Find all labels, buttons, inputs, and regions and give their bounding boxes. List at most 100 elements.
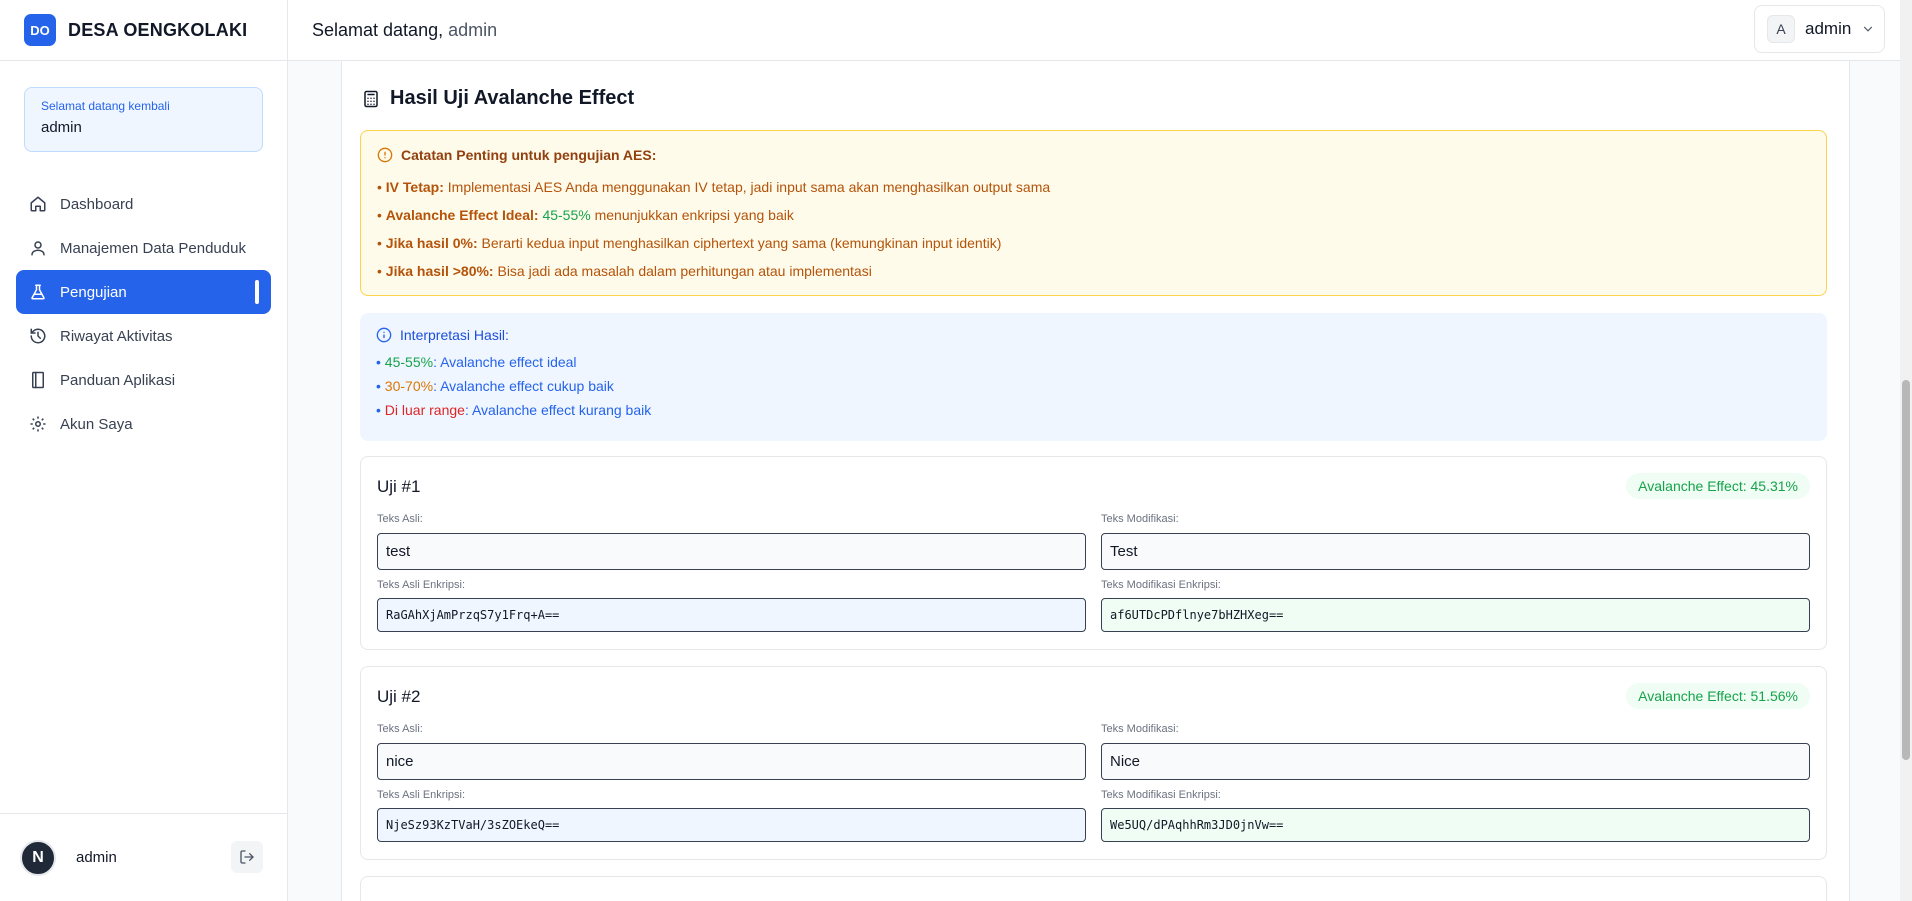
top-header: Selamat datang, admin A admin xyxy=(288,0,1900,61)
sidebar-item-riwayat[interactable]: Riwayat Aktivitas xyxy=(16,314,271,358)
modified-text-field[interactable]: Nice xyxy=(1101,743,1810,780)
brand[interactable]: DO DESA OENGKOLAKI xyxy=(0,0,287,61)
user-menu-avatar: A xyxy=(1767,15,1795,43)
note-highlight: 45-55% xyxy=(538,207,591,223)
original-text-field[interactable]: nice xyxy=(377,743,1086,780)
note-title-text: Catatan Penting untuk pengujian AES: xyxy=(401,147,657,163)
interp-range: Di luar range xyxy=(384,402,465,418)
note-text: Bisa jadi ada masalah dalam perhitungan … xyxy=(493,263,872,279)
test-title: Uji #2 xyxy=(377,687,421,706)
logout-button[interactable] xyxy=(231,841,263,873)
interp-text: : Avalanche effect ideal xyxy=(433,354,577,370)
chevron-down-icon xyxy=(1861,22,1875,36)
interpretation-line: • 30-70%: Avalanche effect cukup baik xyxy=(376,374,1811,398)
calculator-icon xyxy=(362,89,380,109)
test-card-partial xyxy=(360,876,1827,901)
test-card: Uji #1 Avalanche Effect: 45.31% Teks Asl… xyxy=(360,456,1827,650)
scrollbar[interactable] xyxy=(1900,0,1912,901)
note-text: Implementasi AES Anda menggunakan IV tet… xyxy=(443,179,1051,195)
original-text-field[interactable]: test xyxy=(377,533,1086,570)
note-label: Avalanche Effect Ideal: xyxy=(385,207,539,223)
modified-encrypted-field[interactable]: We5UQ/dPAqhhRm3JD0jnVw== xyxy=(1101,808,1810,842)
sidebar-item-pengujian[interactable]: Pengujian xyxy=(16,270,271,314)
main-content: Hasil Uji Avalanche Effect Catatan Penti… xyxy=(341,61,1850,901)
sidebar-item-label: Pengujian xyxy=(60,283,127,301)
note-label: Jika hasil 0%: xyxy=(385,235,478,251)
alert-circle-icon xyxy=(377,147,393,163)
interpretation-line: • 45-55%: Avalanche effect ideal xyxy=(376,350,1811,374)
note-title: Catatan Penting untuk pengujian AES: xyxy=(377,147,1810,163)
flask-icon xyxy=(28,282,48,302)
note-bullet: • xyxy=(377,263,386,279)
note-bullet: • xyxy=(377,179,386,195)
welcome-name: admin xyxy=(41,119,82,136)
section-title-text: Hasil Uji Avalanche Effect xyxy=(390,87,635,109)
welcome-card: Selamat datang kembali admin xyxy=(24,87,263,152)
note-bullet: • xyxy=(377,207,386,223)
interp-range: 30-70% xyxy=(384,378,434,394)
avatar[interactable]: N xyxy=(20,839,56,876)
sidebar-nav: Dashboard Manajemen Data Penduduk Penguj… xyxy=(16,182,271,446)
note-text: menunjukkan enkripsi yang baik xyxy=(590,207,794,223)
sidebar-item-label: Manajemen Data Penduduk xyxy=(60,239,246,257)
history-icon xyxy=(28,326,48,346)
sidebar: DO DESA OENGKOLAKI Selamat datang kembal… xyxy=(0,0,288,901)
sidebar-item-label: Akun Saya xyxy=(60,415,133,433)
interp-range: 45-55% xyxy=(384,354,434,370)
interpretation-title: Interpretasi Hasil: xyxy=(376,327,1811,343)
interp-bullet: • xyxy=(376,402,385,418)
note-line: • Avalanche Effect Ideal: 45-55% menunju… xyxy=(377,201,1810,229)
interpretation-title-text: Interpretasi Hasil: xyxy=(400,327,509,343)
info-icon xyxy=(376,327,392,343)
sidebar-item-panduan[interactable]: Panduan Aplikasi xyxy=(16,358,271,402)
interp-text: : Avalanche effect kurang baik xyxy=(464,402,652,418)
greeting-text: Selamat datang, xyxy=(312,19,444,40)
logout-icon xyxy=(239,849,255,865)
brand-name: DESA OENGKOLAKI xyxy=(68,19,248,40)
interp-text: : Avalanche effect cukup baik xyxy=(433,378,614,394)
field-label: Teks Modifikasi Enkripsi: xyxy=(1101,789,1221,801)
note-line: • Jika hasil 0%: Berarti kedua input men… xyxy=(377,229,1810,257)
brand-logo: DO xyxy=(24,14,56,46)
interpretation-line: • Di luar range: Avalanche effect kurang… xyxy=(376,398,1811,422)
modified-text-field[interactable]: Test xyxy=(1101,533,1810,570)
field-label: Teks Asli Enkripsi: xyxy=(377,579,466,591)
sidebar-item-label: Dashboard xyxy=(60,195,134,213)
field-label: Teks Asli: xyxy=(377,513,423,525)
field-label: Teks Asli: xyxy=(377,723,423,735)
footer-username: admin xyxy=(76,849,117,866)
user-menu-button[interactable]: A admin xyxy=(1754,5,1885,53)
greeting-user: admin xyxy=(448,19,498,40)
sidebar-item-dashboard[interactable]: Dashboard xyxy=(16,182,271,226)
avalanche-badge: Avalanche Effect: 51.56% xyxy=(1626,683,1810,709)
original-encrypted-field[interactable]: RaGAhXjAmPrzqS7y1Frq+A== xyxy=(377,598,1086,632)
user-menu-name: admin xyxy=(1805,19,1852,38)
field-label: Teks Modifikasi: xyxy=(1101,513,1179,525)
aes-note: Catatan Penting untuk pengujian AES: • I… xyxy=(360,130,1827,296)
sidebar-item-penduduk[interactable]: Manajemen Data Penduduk xyxy=(16,226,271,270)
home-icon xyxy=(28,194,48,214)
avalanche-badge: Avalanche Effect: 45.31% xyxy=(1626,473,1810,499)
header-greeting: Selamat datang, admin xyxy=(312,20,497,41)
note-bullet: • xyxy=(377,235,386,251)
field-label: Teks Modifikasi: xyxy=(1101,723,1179,735)
sidebar-item-akun[interactable]: Akun Saya xyxy=(16,402,271,446)
gear-icon xyxy=(28,414,48,434)
note-label: Jika hasil >80%: xyxy=(385,263,494,279)
sidebar-item-label: Panduan Aplikasi xyxy=(60,371,176,389)
note-line: • IV Tetap: Implementasi AES Anda menggu… xyxy=(377,173,1810,201)
modified-encrypted-field[interactable]: af6UTDcPDflnye7bHZHXeg== xyxy=(1101,598,1810,632)
note-text: Berarti kedua input menghasilkan ciphert… xyxy=(477,235,1002,251)
original-encrypted-field[interactable]: NjeSz93KzTVaH/3sZOEkeQ== xyxy=(377,808,1086,842)
test-card: Uji #2 Avalanche Effect: 51.56% Teks Asl… xyxy=(360,666,1827,860)
scrollbar-thumb[interactable] xyxy=(1902,380,1910,760)
field-label: Teks Asli Enkripsi: xyxy=(377,789,466,801)
note-label: IV Tetap: xyxy=(385,179,444,195)
interpretation-box: Interpretasi Hasil: • 45-55%: Avalanche … xyxy=(360,313,1827,441)
interp-bullet: • xyxy=(376,354,385,370)
welcome-text: Selamat datang kembali xyxy=(41,99,170,113)
field-label: Teks Modifikasi Enkripsi: xyxy=(1101,579,1221,591)
sidebar-footer: N admin xyxy=(0,813,288,901)
note-line: • Jika hasil >80%: Bisa jadi ada masalah… xyxy=(377,257,1810,285)
book-icon xyxy=(28,370,48,390)
